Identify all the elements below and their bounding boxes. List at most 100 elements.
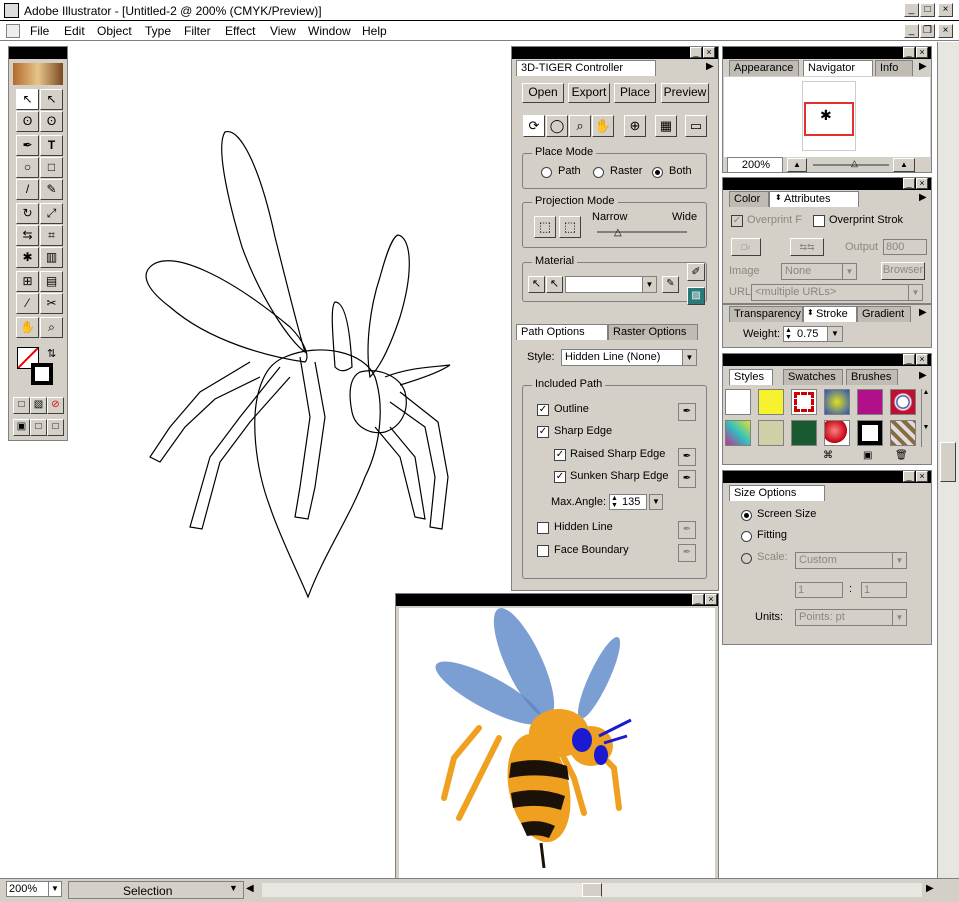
rotate-tool-icon[interactable]: ↻ xyxy=(16,203,39,224)
navigator-thumbnail-area[interactable]: ✱ xyxy=(724,77,930,157)
sharp-edge-checkbox[interactable]: ✓ xyxy=(537,426,549,438)
screen-size-radio[interactable] xyxy=(741,510,752,521)
stroke-swatch[interactable] xyxy=(31,363,53,385)
styles-scrollbar[interactable]: ▲ ▼ xyxy=(921,389,930,447)
controller-title-bar[interactable] xyxy=(512,47,718,59)
open-button[interactable]: Open xyxy=(522,83,564,103)
style-dropdown[interactable]: Hidden Line (None) ▼ xyxy=(561,349,697,366)
menu-view[interactable]: View xyxy=(270,24,296,38)
material-texture-icon[interactable]: ▨ xyxy=(687,287,705,305)
eyedropper-tool-icon[interactable]: ⁄ xyxy=(16,293,39,314)
doc-restore-icon[interactable]: ❐ xyxy=(920,24,935,38)
overprint-fill-checkbox[interactable]: ✓ xyxy=(731,215,743,227)
weight-dropdown-icon[interactable]: ▼ xyxy=(827,327,842,341)
attributes-close-icon[interactable]: × xyxy=(916,178,928,189)
scroll-left-icon[interactable]: ◀ xyxy=(246,883,254,894)
toolbox-title-bar[interactable] xyxy=(9,47,67,59)
selection-tool-icon[interactable]: ↖ xyxy=(16,89,39,110)
style-swatch-rainbow[interactable] xyxy=(725,420,751,446)
tab-transparency[interactable]: Transparency xyxy=(729,306,803,322)
hidden-line-checkbox[interactable] xyxy=(537,522,549,534)
style-swatch-black-frame[interactable] xyxy=(857,420,883,446)
delete-style-icon[interactable]: 🗑 xyxy=(895,450,908,461)
status-tool-menu-icon[interactable]: ▼ xyxy=(229,883,238,893)
styles-menu-arrow-icon[interactable]: ▶ xyxy=(919,370,927,381)
max-angle-dropdown-icon[interactable]: ▼ xyxy=(649,494,663,510)
style-swatch-dashed-red[interactable] xyxy=(791,389,817,415)
navigator-menu-arrow-icon[interactable]: ▶ xyxy=(919,61,927,72)
tab-gradient[interactable]: Gradient xyxy=(857,306,911,322)
menu-effect[interactable]: Effect xyxy=(225,24,255,38)
orbit-view-icon[interactable]: ◯ xyxy=(546,115,568,137)
menu-file[interactable]: File xyxy=(30,24,49,38)
zoom-out-icon[interactable]: ▲ xyxy=(787,158,807,172)
align-icon[interactable]: □▫ xyxy=(731,238,761,256)
horizontal-scroll-thumb[interactable] xyxy=(582,883,602,897)
zoom-tool-icon[interactable]: ⌕ xyxy=(40,317,63,338)
type-tool-icon[interactable]: T xyxy=(40,135,63,156)
menu-filter[interactable]: Filter xyxy=(184,24,211,38)
swap-fill-stroke-icon[interactable]: ⇅ xyxy=(47,347,56,360)
style-swatch-gradient[interactable] xyxy=(824,389,850,415)
sunken-sharp-edge-checkbox[interactable]: ✓ xyxy=(554,471,566,483)
rectangle-tool-icon[interactable]: □ xyxy=(40,157,63,178)
standard-screen-mode-icon[interactable]: ▣ xyxy=(13,419,30,436)
zoom-view-icon[interactable]: ⌕ xyxy=(569,115,591,137)
gradient-mode-icon[interactable]: ▧ xyxy=(30,397,47,414)
place-mode-raster-radio[interactable] xyxy=(593,167,604,178)
image-dropdown[interactable]: None ▼ xyxy=(781,263,857,280)
full-screen-mode-icon[interactable]: □ xyxy=(47,419,64,436)
none-mode-icon[interactable]: ⊘ xyxy=(47,397,64,414)
place-mode-path-radio[interactable] xyxy=(541,167,552,178)
preview-title-bar[interactable] xyxy=(396,594,718,606)
document-icon[interactable] xyxy=(6,24,20,38)
attributes-title-bar[interactable] xyxy=(723,178,931,190)
tab-attributes[interactable]: Attributes xyxy=(769,191,859,207)
material-brush-icon[interactable]: ✐ xyxy=(687,263,705,281)
pan-view-icon[interactable]: ✋ xyxy=(592,115,614,137)
tab-styles[interactable]: Styles xyxy=(729,369,773,385)
hand-tool-icon[interactable]: ✋ xyxy=(16,317,39,338)
weight-spinner-icon[interactable]: ▲ ▼ xyxy=(785,327,792,341)
style-swatch-default[interactable] xyxy=(725,389,751,415)
direct-selection-tool-icon[interactable]: ↖ xyxy=(40,89,63,110)
raised-sharp-edge-checkbox[interactable]: ✓ xyxy=(554,449,566,461)
full-screen-menu-mode-icon[interactable]: □ xyxy=(30,419,47,436)
navigator-zoom-input[interactable]: 200% xyxy=(727,157,783,173)
preview-close-icon[interactable]: × xyxy=(705,594,717,605)
scale-width-input[interactable]: 1 xyxy=(795,582,843,598)
units-dropdown[interactable]: Points: pt ▼ xyxy=(795,609,907,626)
export-button[interactable]: Export xyxy=(568,83,610,103)
break-link-icon[interactable]: ⌘ xyxy=(823,450,833,461)
material-direct-select-icon[interactable]: ↖ xyxy=(546,276,563,293)
status-tool-field[interactable]: Selection ▼ xyxy=(68,881,244,899)
style-swatch-rings[interactable] xyxy=(890,389,916,415)
place-button[interactable]: Place xyxy=(614,83,656,103)
tab-appearance[interactable]: Appearance xyxy=(729,60,799,76)
overprint-stroke-checkbox[interactable] xyxy=(813,215,825,227)
url-dropdown[interactable]: <multiple URLs> ▼ xyxy=(751,284,923,301)
tab-3d-tiger-controller[interactable]: 3D-TIGER Controller xyxy=(516,60,656,76)
menu-window[interactable]: Window xyxy=(308,24,351,38)
scroll-right-icon[interactable]: ▶ xyxy=(926,883,934,894)
tab-swatches[interactable]: Swatches xyxy=(783,369,843,385)
tab-raster-options[interactable]: Raster Options xyxy=(608,324,698,340)
cube-narrow-icon[interactable]: ⬚ xyxy=(534,216,556,238)
attributes-menu-arrow-icon[interactable]: ▶ xyxy=(919,192,927,203)
size-options-minimize-icon[interactable]: _ xyxy=(903,471,915,482)
status-zoom-dropdown-icon[interactable]: ▼ xyxy=(48,882,61,896)
style-swatch-green[interactable] xyxy=(791,420,817,446)
symbol-sprayer-tool-icon[interactable]: ✱ xyxy=(16,247,39,268)
menu-help[interactable]: Help xyxy=(362,24,387,38)
preview-button[interactable]: Preview xyxy=(661,83,709,103)
controller-menu-arrow-icon[interactable]: ▶ xyxy=(706,61,714,72)
attributes-minimize-icon[interactable]: _ xyxy=(903,178,915,189)
minimize-icon[interactable]: _ xyxy=(904,3,919,17)
navigator-close-icon[interactable]: × xyxy=(916,47,928,58)
navigator-minimize-icon[interactable]: _ xyxy=(903,47,915,58)
tab-path-options[interactable]: Path Options xyxy=(516,324,608,340)
vertical-scrollbar[interactable] xyxy=(937,42,959,878)
tab-size-options[interactable]: Size Options xyxy=(729,485,825,501)
vertical-scroll-thumb[interactable] xyxy=(940,442,956,482)
zoom-in-icon[interactable]: ▲ xyxy=(893,158,915,172)
